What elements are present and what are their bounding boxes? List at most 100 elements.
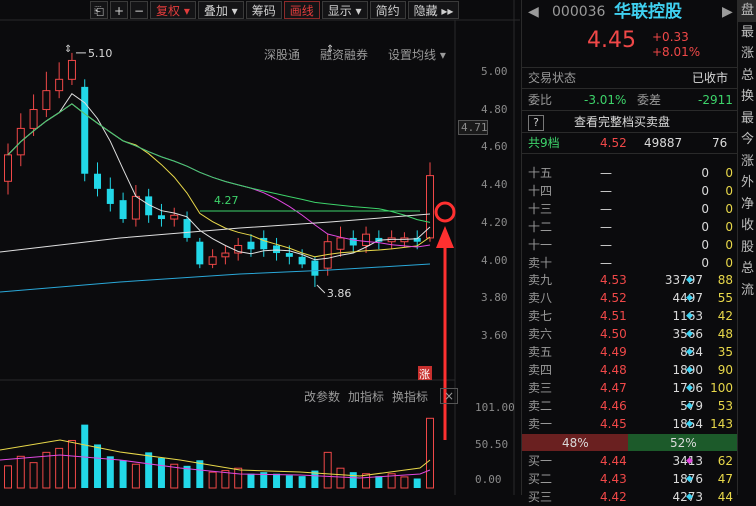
summary-vol: 49887 <box>644 136 683 150</box>
candle-body <box>157 215 165 220</box>
vol-close-icon[interactable]: × <box>440 388 459 404</box>
level-dot-icon: ◆ <box>686 311 693 322</box>
level-dot-icon: ◆ <box>686 275 693 286</box>
level-label: 十四 <box>528 183 553 198</box>
candle-body <box>221 252 230 258</box>
level-count: 47 <box>717 471 733 486</box>
level-count: 35 <box>717 345 733 359</box>
vol-ma-line-1 <box>0 439 431 477</box>
sell-level-row: 卖三 4.47 1706 ◆ 100 <box>522 379 737 397</box>
info-side-label: 涨 <box>740 153 754 169</box>
candle-body <box>42 90 51 111</box>
help-icon[interactable]: ? <box>528 115 544 131</box>
prev-stock-arrow-icon[interactable]: ◀ <box>528 3 539 21</box>
level-volume: 0 <box>701 183 709 198</box>
volume-bar <box>285 475 293 488</box>
volume-bar <box>375 476 383 488</box>
candle-body <box>298 256 306 265</box>
volume-bar <box>119 460 127 488</box>
sell-level-row: 卖八 4.52 4497 ◆ 55 <box>522 289 737 307</box>
price-axis-label: 4.60 <box>481 140 508 154</box>
volume-bar <box>247 473 255 488</box>
info-side-column: 盘最涨总换最今涨外净收股总流 <box>737 0 756 495</box>
level-count: 88 <box>717 273 733 288</box>
ratio-right: 52% <box>670 436 697 450</box>
weibi-value: -3.01% <box>584 93 627 107</box>
level-count: 0 <box>725 166 733 180</box>
vol-swap-indicator-button[interactable]: 换指标 <box>392 388 428 405</box>
chart-marker-icon: ⇕ <box>64 44 72 55</box>
weicha-label: 委差 <box>637 93 662 107</box>
sell-level-row: 十二 — 0 0 <box>522 218 737 236</box>
level-count: 143 <box>710 416 733 431</box>
candle-body <box>196 241 204 265</box>
buy-sell-ratio-bar: 48% 52% <box>522 434 737 451</box>
volume-bar <box>67 439 76 489</box>
level-count: 0 <box>725 255 733 270</box>
level-label: 卖六 <box>528 327 553 342</box>
price-axis-label: 4.80 <box>481 102 508 116</box>
volume-bar <box>55 447 64 489</box>
stock-code: 000036 <box>552 4 606 20</box>
level-dot-icon: ◆ <box>686 456 693 466</box>
full-book-link[interactable]: 查看完整档买卖盘 <box>574 113 670 131</box>
candle-body <box>81 86 89 174</box>
level-volume: 0 <box>701 201 709 216</box>
highlight-arrow-head <box>436 226 454 248</box>
level-count: 0 <box>725 219 733 234</box>
level-dot-icon: ◆ <box>686 293 693 304</box>
level-label: 卖一 <box>528 416 553 431</box>
candle-body <box>4 154 12 182</box>
level-count: 62 <box>717 454 733 468</box>
sell-level-row: 卖十 — 0 0 <box>522 254 737 272</box>
level-price: 4.46 <box>600 398 627 413</box>
level-label: 十三 <box>528 201 553 216</box>
level-price: — <box>600 237 612 252</box>
level-count: 55 <box>717 291 733 306</box>
candle-body <box>170 214 179 220</box>
info-side-label: 收 <box>740 218 754 233</box>
level-price: — <box>600 255 612 270</box>
summary-label: 共9档 <box>528 136 560 150</box>
level-dot-icon: ◆ <box>686 329 693 340</box>
chart-marker-icon: ⇕ <box>326 44 334 55</box>
next-stock-arrow-icon[interactable]: ▶ <box>722 3 733 21</box>
volume-bar <box>208 471 217 489</box>
sell-level-row: 十五 — 0 0 <box>522 164 737 182</box>
level-dot-icon: ◆ <box>686 364 693 375</box>
low-pointer <box>316 284 326 294</box>
vol-change-params-button[interactable]: 改参数 <box>304 388 340 405</box>
price-axis-label: 3.60 <box>481 329 508 343</box>
level-count: 42 <box>717 309 733 324</box>
volume-axis-label: 50.50 <box>475 438 509 451</box>
summary-count: 76 <box>712 136 728 150</box>
buy-level-row: 买一 4.44 3413 ◆ 62 <box>522 452 737 470</box>
weibi-label: 委比 <box>528 93 553 107</box>
level-label: 卖七 <box>528 309 553 324</box>
volume-bar <box>106 456 114 488</box>
level-price: — <box>600 166 612 180</box>
level-label: 卖五 <box>528 345 553 359</box>
candle-body <box>131 195 140 220</box>
level-count: 0 <box>725 183 733 198</box>
sell-level-row: 卖九 4.53 33797 ◆ 88 <box>522 271 737 289</box>
ma120-line <box>0 263 431 293</box>
level-dot-icon: ◆ <box>686 491 693 502</box>
level-count: 0 <box>725 201 733 216</box>
level-label: 十五 <box>528 166 553 180</box>
candle-body <box>183 219 191 238</box>
level-label: 卖二 <box>528 398 553 413</box>
ma20-line <box>7 103 431 248</box>
level-count: 53 <box>717 398 733 413</box>
vol-add-indicator-button[interactable]: 加指标 <box>348 388 384 405</box>
candle-body <box>29 109 38 129</box>
order-book-panel: ◀ 000036 华联控股 ▶ 4.45 +0.33 +8.01% 交易状态 已… <box>521 0 737 504</box>
candle-body <box>336 237 345 250</box>
level-dot-icon: ◆ <box>686 418 693 429</box>
volume-bar <box>413 478 421 488</box>
level-count: 0 <box>725 237 733 252</box>
level-volume: 0 <box>701 255 709 270</box>
candle-body <box>55 78 64 92</box>
sell-level-row: 卖六 4.50 3566 ◆ 48 <box>522 325 737 343</box>
info-side-label: 涨 <box>740 46 754 61</box>
